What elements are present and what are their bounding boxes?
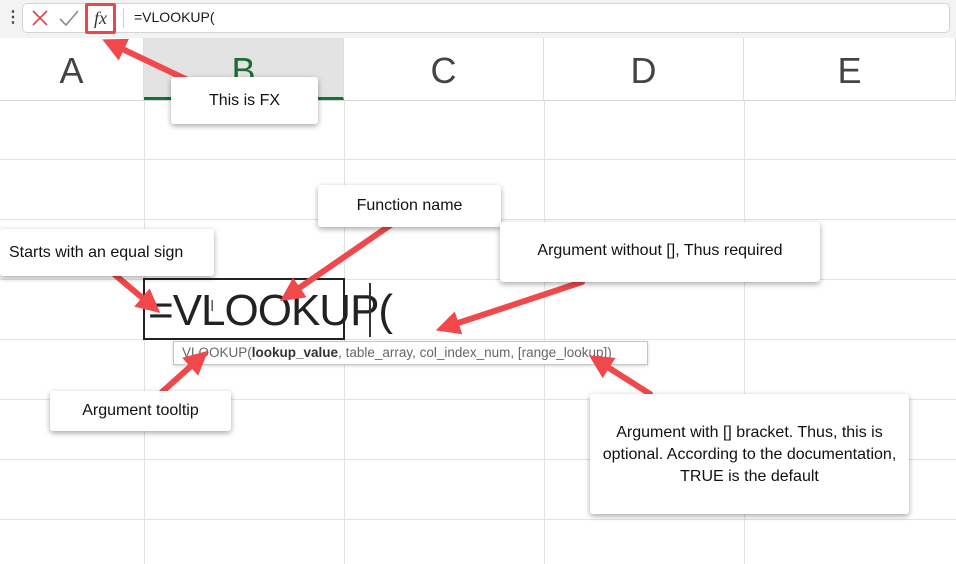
column-header-e[interactable]: E <box>744 38 956 100</box>
grid-line <box>0 159 956 160</box>
formula-input[interactable]: =VLOOKUP( <box>134 9 215 25</box>
argument-tooltip[interactable]: VLOOKUP(lookup_value, table_array, col_i… <box>173 341 648 365</box>
tooltip-function: VLOOKUP( <box>182 345 252 360</box>
column-headers: A B C D E <box>0 38 956 101</box>
column-header-d[interactable]: D <box>544 38 744 100</box>
callout-fx: This is FX <box>171 77 318 124</box>
checkmark-icon[interactable] <box>58 7 80 29</box>
vertical-dots-icon[interactable]: ⋮ <box>5 5 21 31</box>
tooltip-remaining-arguments: , table_array, col_index_num, [range_loo… <box>338 345 612 360</box>
insert-function-button[interactable]: fx <box>85 3 116 34</box>
text-cursor <box>369 283 371 337</box>
grid-line <box>0 519 956 520</box>
column-header-a[interactable]: A <box>0 38 144 100</box>
callout-optional-argument: Argument with [] bracket. Thus, this is … <box>590 394 909 514</box>
cell-formula-text: =VLOOKUP( <box>148 286 393 335</box>
callout-required-argument: Argument without [], Thus required <box>500 222 820 282</box>
ibeam-cursor-icon: I <box>210 298 215 315</box>
column-header-c[interactable]: C <box>344 38 544 100</box>
close-icon[interactable] <box>30 7 50 29</box>
tooltip-current-argument[interactable]: lookup_value <box>252 345 338 360</box>
formula-bar-divider <box>123 8 124 28</box>
formula-bar: ⋮ fx =VLOOKUP( <box>0 0 956 38</box>
callout-equal-sign: Starts with an equal sign <box>0 229 214 276</box>
grid-line <box>544 101 545 564</box>
callout-function-name: Function name <box>318 185 501 227</box>
callout-argument-tooltip: Argument tooltip <box>50 391 231 431</box>
